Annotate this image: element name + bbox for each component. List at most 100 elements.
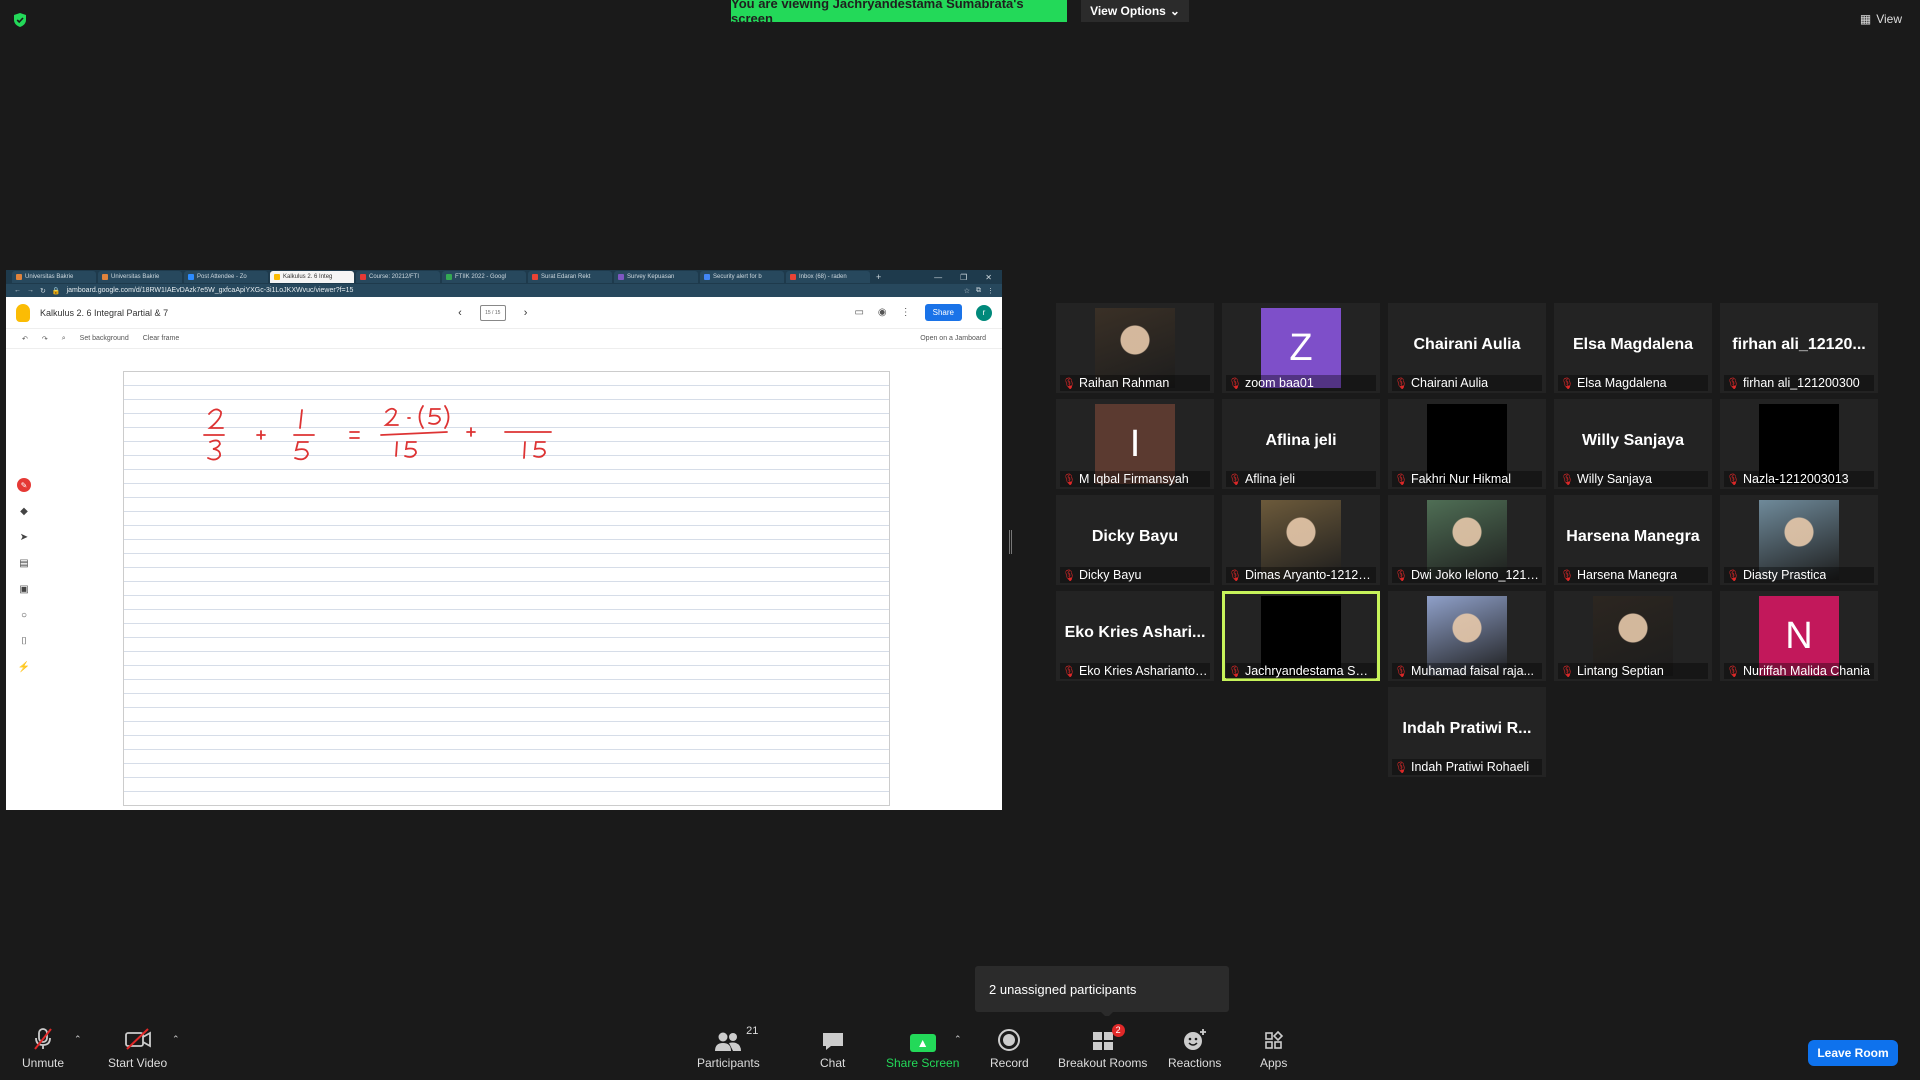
participant-tile[interactable]: Aflina jeli 🎙 Aflina jeli	[1222, 399, 1380, 489]
restore-icon[interactable]: ❐	[960, 273, 967, 282]
breakout-rooms-button[interactable]: 2 Breakout Rooms	[1058, 1024, 1147, 1070]
start-video-button[interactable]: Start Video	[108, 1026, 167, 1070]
account-avatar[interactable]: r	[976, 304, 992, 321]
participant-tile[interactable]: 🎙 Fakhri Nur Hikmal	[1388, 399, 1546, 489]
select-icon[interactable]: ➤	[17, 530, 31, 544]
participant-tile[interactable]: Indah Pratiwi R... 🎙 Indah Pratiwi Rohaeli	[1388, 687, 1546, 777]
forward-icon[interactable]: →	[27, 287, 34, 294]
leave-room-button[interactable]: Leave Room	[1808, 1040, 1898, 1066]
share-screen-icon-wrap: ▲	[909, 1026, 936, 1052]
participant-tile[interactable]: 🎙 Lintang Septian	[1554, 591, 1712, 681]
participant-tile[interactable]: N 🎙 Nuriffah Malida Chania	[1720, 591, 1878, 681]
tab-favicon-icon	[618, 274, 624, 280]
eraser-icon[interactable]: ◆	[17, 504, 31, 518]
share-button[interactable]: Share	[924, 304, 962, 321]
browser-tab[interactable]: Post Attendee - Zo	[184, 271, 268, 283]
tab-label: Inbox (68) - raden	[799, 274, 847, 280]
minimize-icon[interactable]: —	[934, 273, 942, 282]
zoom-icon[interactable]: ⌕	[62, 335, 66, 343]
participant-tile[interactable]: I 🎙 M Iqbal Firmansyah	[1056, 399, 1214, 489]
participant-tile[interactable]: 🎙Dimas Aryanto-1212003...	[1222, 495, 1380, 585]
back-icon[interactable]: ←	[14, 287, 21, 294]
url-text[interactable]: jamboard.google.com/d/18RW1IAEvDAzk7e5W_…	[67, 287, 958, 294]
participant-name: Fakhri Nur Hikmal	[1410, 472, 1511, 486]
participant-tile[interactable]: Chairani Aulia 🎙 Chairani Aulia	[1388, 303, 1546, 393]
participant-tile[interactable]: Willy Sanjaya 🎙 Willy Sanjaya	[1554, 399, 1712, 489]
browser-tab[interactable]: Surat Edaran Rekt	[528, 271, 612, 283]
audio-options-caret-icon[interactable]: ⌃	[74, 1034, 82, 1045]
meet-icon[interactable]: ◉	[878, 307, 887, 318]
participant-tile[interactable]: firhan ali_12120... 🎙 firhan ali_121200300	[1720, 303, 1878, 393]
bookmark-star-icon[interactable]: ☆	[964, 287, 970, 295]
participant-tile[interactable]: 🎙 Diasty Prastica	[1720, 495, 1878, 585]
chat-button[interactable]: Chat	[820, 1026, 845, 1070]
browser-tab[interactable]: Universitas Bakrie	[98, 271, 182, 283]
previous-frame-icon[interactable]: ‹	[458, 307, 462, 319]
browser-tab[interactable]: Survey Kepuasan	[614, 271, 698, 283]
participant-tile[interactable]: Eko Kries Ashari... 🎙 Eko Kries Asharianto…	[1056, 591, 1214, 681]
image-icon[interactable]: ▣	[17, 582, 31, 596]
browser-tab[interactable]: Course: 20212/FTI	[356, 271, 440, 283]
view-button[interactable]: ▦ View	[1860, 12, 1902, 26]
extensions-icon[interactable]: ⧉	[976, 287, 981, 295]
laser-icon[interactable]: ⚡	[17, 660, 31, 674]
browser-menu-icon[interactable]: ⋮	[987, 287, 994, 295]
next-frame-icon[interactable]: ›	[524, 307, 528, 319]
browser-tab[interactable]: Security alert for b	[700, 271, 784, 283]
browser-tab[interactable]: Inbox (68) - raden	[786, 271, 870, 283]
jamboard-title[interactable]: Kalkulus 2. 6 Integral Partial & 7	[40, 308, 168, 318]
share-screen-button[interactable]: ▲ Share Screen	[886, 1026, 959, 1070]
apps-button[interactable]: Apps	[1260, 1026, 1287, 1070]
view-options-button[interactable]: View Options ⌄	[1081, 0, 1189, 22]
participant-tile[interactable]: Harsena Manegra 🎙 Harsena Manegra	[1554, 495, 1712, 585]
participant-tile[interactable]: 🎙 Dwi Joko lelono_1212...	[1388, 495, 1546, 585]
unmute-button[interactable]: Unmute	[22, 1026, 64, 1070]
undo-icon[interactable]: ↶	[22, 335, 28, 343]
handwritten-math	[203, 405, 552, 461]
participant-tile[interactable]: 🎙Jachryandestama Sumab...	[1222, 591, 1380, 681]
browser-tab-active[interactable]: Kalkulus 2. 6 Integ	[270, 271, 354, 283]
reactions-label: Reactions	[1168, 1056, 1222, 1070]
unassigned-participants-popover[interactable]: 2 unassigned participants	[975, 966, 1229, 1018]
browser-tab[interactable]: Universitas Bakrie	[12, 271, 96, 283]
clear-frame-button[interactable]: Clear frame	[143, 335, 180, 342]
participant-name: M Iqbal Firmansyah	[1078, 472, 1189, 486]
frame-indicator[interactable]: 15 / 15	[479, 304, 506, 321]
new-tab-icon[interactable]: +	[876, 272, 881, 282]
participant-name-label: 🎙 Elsa Magdalena	[1558, 375, 1708, 391]
participant-tile[interactable]: Dicky Bayu 🎙 Dicky Bayu	[1056, 495, 1214, 585]
resize-handle[interactable]	[1009, 530, 1012, 554]
participant-tile[interactable]: Elsa Magdalena 🎙 Elsa Magdalena	[1554, 303, 1712, 393]
reactions-button[interactable]: Reactions	[1168, 1026, 1221, 1070]
whiteboard-canvas[interactable]	[123, 371, 890, 806]
reload-icon[interactable]: ↻	[40, 287, 46, 295]
tab-favicon-icon	[360, 274, 366, 280]
browser-tab[interactable]: FTIIK 2022 - Googl	[442, 271, 526, 283]
browser-address-bar: ← → ↻ 🔒 jamboard.google.com/d/18RW1IAEvD…	[6, 284, 1002, 297]
participant-name-label: 🎙 Fakhri Nur Hikmal	[1392, 471, 1542, 487]
present-icon[interactable]: ▭	[854, 307, 863, 318]
participants-button[interactable]: 21 Participants	[697, 1025, 760, 1070]
participant-name-label: 🎙Dimas Aryanto-1212003...	[1226, 567, 1376, 583]
participant-tile[interactable]: Z 🎙 zoom baa01	[1222, 303, 1380, 393]
participant-name-label: 🎙 Nuriffah Malida Chania	[1724, 663, 1874, 679]
microphone-muted-icon: 🎙	[1726, 569, 1740, 582]
pen-icon[interactable]: ✎	[17, 478, 31, 492]
security-shield-icon[interactable]	[12, 12, 28, 28]
participant-tile[interactable]: 🎙 Muhamad faisal raja...	[1388, 591, 1546, 681]
circle-icon[interactable]: ○	[17, 608, 31, 622]
share-options-caret-icon[interactable]: ⌃	[954, 1034, 962, 1045]
open-on-jamboard-button[interactable]: Open on a Jamboard	[920, 335, 986, 342]
microphone-muted-icon: 🎙	[1560, 377, 1574, 390]
tab-label: Universitas Bakrie	[111, 274, 160, 280]
participant-tile[interactable]: 🎙 Nazla-1212003013	[1720, 399, 1878, 489]
more-options-icon[interactable]: ⋮	[901, 307, 911, 318]
close-icon[interactable]: ✕	[985, 273, 992, 282]
text-box-icon[interactable]: ⌷	[17, 634, 31, 648]
set-background-button[interactable]: Set background	[80, 335, 129, 342]
video-options-caret-icon[interactable]: ⌃	[172, 1034, 180, 1045]
sticky-note-icon[interactable]: ▤	[17, 556, 31, 570]
redo-icon[interactable]: ↷	[42, 335, 48, 343]
participant-tile[interactable]: 🎙 Raihan Rahman	[1056, 303, 1214, 393]
record-button[interactable]: Record	[990, 1026, 1029, 1070]
